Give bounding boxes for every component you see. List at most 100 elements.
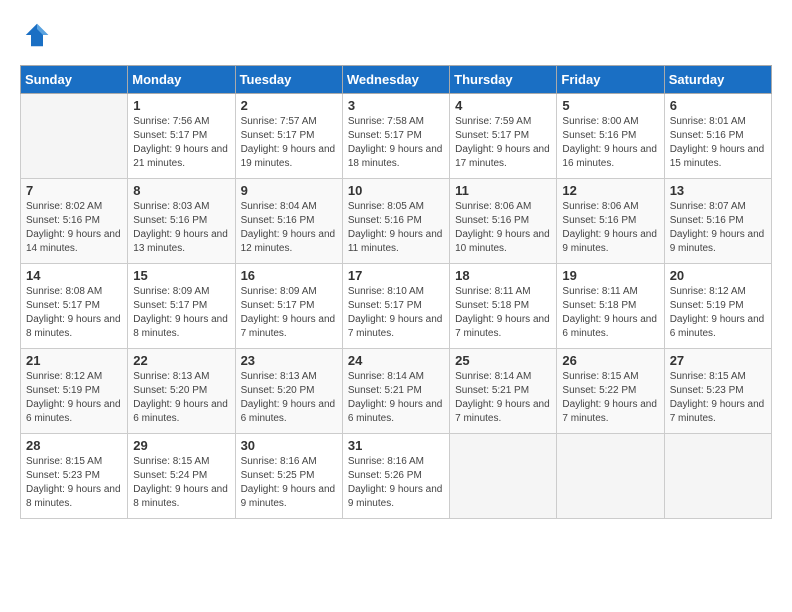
sun-info: Sunrise: 8:09 AM Sunset: 5:17 PM Dayligh… [133,285,229,341]
daylight: Daylight: 9 hours and 6 minutes. [670,314,765,339]
sun-info: Sunrise: 8:08 AM Sunset: 5:17 PM Dayligh… [26,285,122,341]
sun-info: Sunrise: 7:56 AM Sunset: 5:17 PM Dayligh… [133,115,229,171]
sunset: Sunset: 5:17 PM [133,130,207,141]
calendar-cell: 17 Sunrise: 8:10 AM Sunset: 5:17 PM Dayl… [342,264,449,349]
calendar-cell: 5 Sunrise: 8:00 AM Sunset: 5:16 PM Dayli… [557,94,664,179]
day-number: 7 [26,183,122,198]
sun-info: Sunrise: 8:05 AM Sunset: 5:16 PM Dayligh… [348,200,444,256]
sun-info: Sunrise: 8:02 AM Sunset: 5:16 PM Dayligh… [26,200,122,256]
sunrise: Sunrise: 7:56 AM [133,116,209,127]
day-number: 22 [133,353,229,368]
day-number: 21 [26,353,122,368]
day-number: 20 [670,268,766,283]
day-number: 1 [133,98,229,113]
sun-info: Sunrise: 8:16 AM Sunset: 5:26 PM Dayligh… [348,455,444,511]
calendar-cell: 25 Sunrise: 8:14 AM Sunset: 5:21 PM Dayl… [450,349,557,434]
sunrise: Sunrise: 8:09 AM [133,286,209,297]
calendar-cell [664,434,771,519]
sunrise: Sunrise: 8:16 AM [241,456,317,467]
calendar-cell: 10 Sunrise: 8:05 AM Sunset: 5:16 PM Dayl… [342,179,449,264]
daylight: Daylight: 9 hours and 7 minutes. [455,399,550,424]
sunrise: Sunrise: 8:02 AM [26,201,102,212]
calendar-cell: 9 Sunrise: 8:04 AM Sunset: 5:16 PM Dayli… [235,179,342,264]
sunrise: Sunrise: 8:11 AM [455,286,530,297]
calendar-cell: 2 Sunrise: 7:57 AM Sunset: 5:17 PM Dayli… [235,94,342,179]
day-number: 9 [241,183,337,198]
day-number: 23 [241,353,337,368]
daylight: Daylight: 9 hours and 14 minutes. [26,229,121,254]
sunset: Sunset: 5:22 PM [562,385,636,396]
calendar-cell: 23 Sunrise: 8:13 AM Sunset: 5:20 PM Dayl… [235,349,342,434]
daylight: Daylight: 9 hours and 15 minutes. [670,144,765,169]
sunset: Sunset: 5:24 PM [133,470,207,481]
sunset: Sunset: 5:23 PM [26,470,100,481]
sunrise: Sunrise: 8:15 AM [133,456,209,467]
calendar-cell: 22 Sunrise: 8:13 AM Sunset: 5:20 PM Dayl… [128,349,235,434]
sunrise: Sunrise: 8:12 AM [670,286,746,297]
daylight: Daylight: 9 hours and 11 minutes. [348,229,443,254]
daylight: Daylight: 9 hours and 12 minutes. [241,229,336,254]
sunset: Sunset: 5:17 PM [348,130,422,141]
sunset: Sunset: 5:21 PM [348,385,422,396]
calendar-cell [450,434,557,519]
sunset: Sunset: 5:17 PM [348,300,422,311]
daylight: Daylight: 9 hours and 9 minutes. [348,484,443,509]
day-number: 31 [348,438,444,453]
sunrise: Sunrise: 8:08 AM [26,286,102,297]
calendar-cell: 6 Sunrise: 8:01 AM Sunset: 5:16 PM Dayli… [664,94,771,179]
calendar-cell: 29 Sunrise: 8:15 AM Sunset: 5:24 PM Dayl… [128,434,235,519]
sunset: Sunset: 5:17 PM [26,300,100,311]
sun-info: Sunrise: 7:57 AM Sunset: 5:17 PM Dayligh… [241,115,337,171]
sun-info: Sunrise: 8:16 AM Sunset: 5:25 PM Dayligh… [241,455,337,511]
calendar-cell [557,434,664,519]
sunset: Sunset: 5:18 PM [455,300,529,311]
calendar-cell: 18 Sunrise: 8:11 AM Sunset: 5:18 PM Dayl… [450,264,557,349]
sun-info: Sunrise: 8:13 AM Sunset: 5:20 PM Dayligh… [241,370,337,426]
sun-info: Sunrise: 8:07 AM Sunset: 5:16 PM Dayligh… [670,200,766,256]
sunset: Sunset: 5:17 PM [133,300,207,311]
calendar-cell: 4 Sunrise: 7:59 AM Sunset: 5:17 PM Dayli… [450,94,557,179]
sunset: Sunset: 5:16 PM [562,130,636,141]
logo-icon [22,20,52,50]
sunset: Sunset: 5:16 PM [241,215,315,226]
sunset: Sunset: 5:23 PM [670,385,744,396]
calendar-week-row: 21 Sunrise: 8:12 AM Sunset: 5:19 PM Dayl… [21,349,772,434]
sunset: Sunset: 5:16 PM [670,130,744,141]
daylight: Daylight: 9 hours and 6 minutes. [241,399,336,424]
calendar-cell: 13 Sunrise: 8:07 AM Sunset: 5:16 PM Dayl… [664,179,771,264]
sunrise: Sunrise: 8:15 AM [26,456,102,467]
sunrise: Sunrise: 8:06 AM [455,201,531,212]
sunrise: Sunrise: 8:11 AM [562,286,637,297]
sunrise: Sunrise: 8:09 AM [241,286,317,297]
daylight: Daylight: 9 hours and 8 minutes. [26,484,121,509]
sunrise: Sunrise: 8:13 AM [241,371,317,382]
sunrise: Sunrise: 8:13 AM [133,371,209,382]
daylight: Daylight: 9 hours and 16 minutes. [562,144,657,169]
sunrise: Sunrise: 8:14 AM [348,371,424,382]
calendar-header-row: SundayMondayTuesdayWednesdayThursdayFrid… [21,66,772,94]
calendar-cell: 14 Sunrise: 8:08 AM Sunset: 5:17 PM Dayl… [21,264,128,349]
sunset: Sunset: 5:16 PM [133,215,207,226]
sunrise: Sunrise: 8:12 AM [26,371,102,382]
calendar-cell: 11 Sunrise: 8:06 AM Sunset: 5:16 PM Dayl… [450,179,557,264]
day-number: 18 [455,268,551,283]
sunset: Sunset: 5:17 PM [241,130,315,141]
calendar-cell: 8 Sunrise: 8:03 AM Sunset: 5:16 PM Dayli… [128,179,235,264]
daylight: Daylight: 9 hours and 6 minutes. [26,399,121,424]
calendar-cell: 7 Sunrise: 8:02 AM Sunset: 5:16 PM Dayli… [21,179,128,264]
calendar-week-row: 7 Sunrise: 8:02 AM Sunset: 5:16 PM Dayli… [21,179,772,264]
day-number: 27 [670,353,766,368]
daylight: Daylight: 9 hours and 13 minutes. [133,229,228,254]
daylight: Daylight: 9 hours and 7 minutes. [670,399,765,424]
sunrise: Sunrise: 8:06 AM [562,201,638,212]
daylight: Daylight: 9 hours and 8 minutes. [26,314,121,339]
daylight: Daylight: 9 hours and 8 minutes. [133,314,228,339]
logo [20,20,56,55]
sun-info: Sunrise: 8:10 AM Sunset: 5:17 PM Dayligh… [348,285,444,341]
sun-info: Sunrise: 8:09 AM Sunset: 5:17 PM Dayligh… [241,285,337,341]
sun-info: Sunrise: 8:13 AM Sunset: 5:20 PM Dayligh… [133,370,229,426]
calendar-cell: 26 Sunrise: 8:15 AM Sunset: 5:22 PM Dayl… [557,349,664,434]
header-day-friday: Friday [557,66,664,94]
sunrise: Sunrise: 7:57 AM [241,116,317,127]
sunset: Sunset: 5:16 PM [562,215,636,226]
